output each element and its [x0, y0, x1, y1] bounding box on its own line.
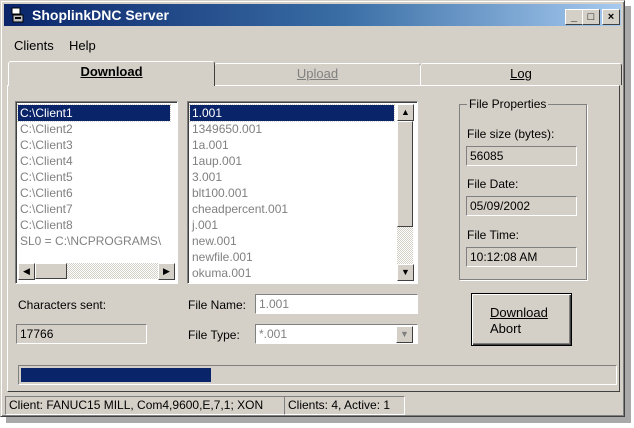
client-item[interactable]: C:\Client5 [18, 169, 73, 185]
file-item[interactable]: blt100.001 [190, 185, 248, 201]
clients-hscroll-thumb[interactable] [35, 263, 67, 279]
tab-download-label: Download [80, 64, 143, 79]
tab-download[interactable]: Download [8, 61, 215, 86]
maximize-button[interactable]: □ [582, 9, 600, 25]
files-listbox[interactable]: 1.001 1349650.001 1a.001 1aup.001 3.001 … [187, 101, 418, 284]
file-item[interactable]: j.001 [190, 217, 218, 233]
file-name-input[interactable]: 1.001 [255, 294, 418, 314]
file-properties-title: File Properties [467, 97, 549, 111]
scroll-down-icon[interactable]: ▼ [397, 264, 414, 281]
download-abort-button[interactable]: Download Abort [471, 293, 572, 346]
window-title: ShoplinkDNC Server [32, 7, 169, 23]
file-size-value: 56085 [466, 146, 577, 166]
file-item[interactable]: 1aup.001 [190, 153, 242, 169]
scroll-right-icon[interactable]: ▶ [158, 263, 175, 280]
title-bar[interactable]: ShoplinkDNC Server _ □ × [4, 4, 621, 26]
client-item[interactable]: SL0 = C:\NCPROGRAMS\ [18, 233, 161, 249]
files-vscroll-thumb[interactable] [397, 121, 413, 227]
characters-sent-label: Characters sent: [18, 298, 107, 312]
scroll-up-icon[interactable]: ▲ [397, 104, 414, 121]
close-button[interactable]: × [602, 9, 620, 25]
tab-log-label: Log [510, 66, 532, 81]
client-item[interactable]: C:\Client1 [17, 104, 171, 122]
file-type-select[interactable]: *.001 ▼ [255, 324, 418, 344]
file-item[interactable]: 1.001 [189, 104, 395, 122]
file-item[interactable]: okuma.001 [190, 265, 251, 281]
tab-upload[interactable]: Upload [214, 63, 421, 85]
file-item[interactable]: newfile.001 [190, 249, 253, 265]
file-item[interactable]: 1a.001 [190, 137, 229, 153]
file-name-label: File Name: [188, 298, 247, 312]
file-item[interactable]: cheadpercent.001 [190, 201, 288, 217]
file-size-label: File size (bytes): [467, 127, 555, 141]
client-item[interactable]: C:\Client8 [18, 217, 73, 233]
file-time-value: 10:12:08 AM [466, 247, 577, 267]
client-item[interactable]: C:\Client6 [18, 185, 73, 201]
file-item[interactable]: 3.001 [190, 169, 222, 185]
transfer-progress-bar [18, 365, 617, 385]
tab-log[interactable]: Log [420, 63, 622, 85]
client-item[interactable]: C:\Client7 [18, 201, 73, 217]
file-type-value: *.001 [259, 327, 288, 341]
client-item[interactable]: C:\Client2 [18, 121, 73, 137]
menu-help[interactable]: Help [69, 38, 96, 53]
minimize-button[interactable]: _ [565, 9, 583, 25]
characters-sent-value: 17766 [16, 324, 147, 344]
scroll-left-icon[interactable]: ◀ [18, 263, 35, 280]
app-window: ShoplinkDNC Server _ □ × Clients Help Do… [0, 0, 625, 417]
file-item[interactable]: 1349650.001 [190, 121, 262, 137]
client-item[interactable]: C:\Client3 [18, 137, 73, 153]
tab-upload-label: Upload [296, 66, 339, 81]
chevron-down-icon[interactable]: ▼ [396, 326, 413, 343]
status-client: Client: FANUC15 MILL, Com4,9600,E,7,1; X… [5, 396, 285, 415]
download-button-label: Download [490, 305, 548, 320]
clients-listbox[interactable]: C:\Client1 C:\Client2 C:\Client3 C:\Clie… [15, 101, 178, 284]
client-item[interactable]: C:\Client4 [18, 153, 73, 169]
file-time-label: File Time: [467, 228, 520, 242]
progress-fill [21, 368, 211, 382]
app-icon [11, 7, 24, 23]
file-date-label: File Date: [467, 177, 519, 191]
file-item[interactable]: new.001 [190, 233, 237, 249]
abort-button-label: Abort [490, 321, 522, 336]
status-clients: Clients: 4, Active: 1 [284, 396, 405, 415]
file-date-value: 05/09/2002 [466, 196, 577, 216]
file-type-label: File Type: [188, 328, 240, 342]
menu-clients[interactable]: Clients [14, 38, 54, 53]
